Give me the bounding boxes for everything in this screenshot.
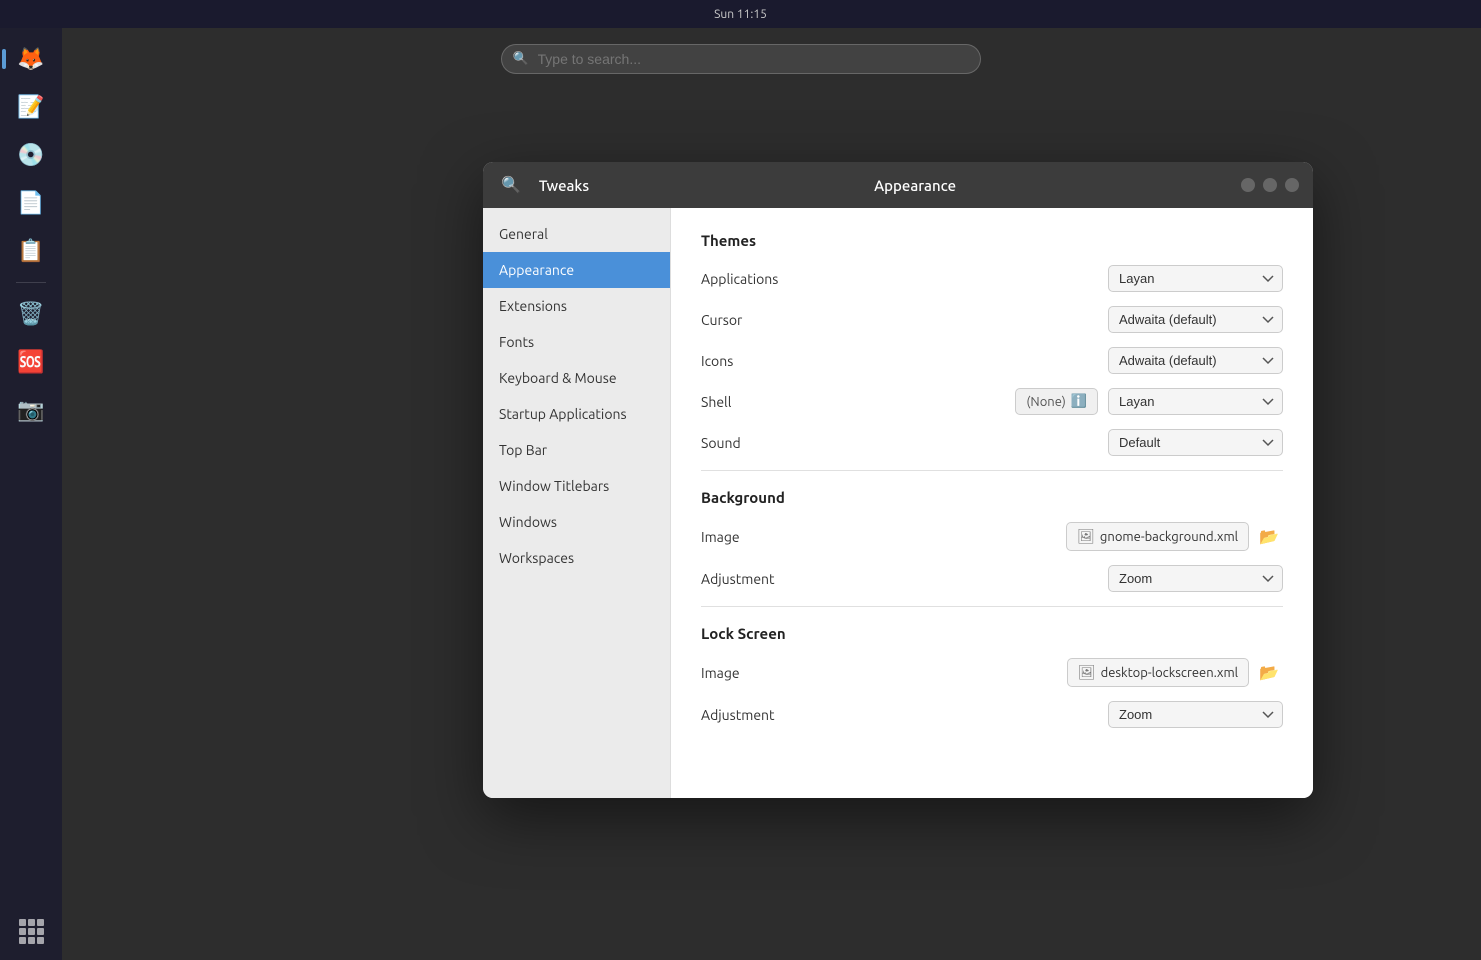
ls-image-label: Image [701, 665, 1067, 681]
sound-dropdown[interactable]: Default Yaru [1108, 429, 1283, 456]
ls-image-row: Image 🖼 desktop-lockscreen.xml 📂 [701, 658, 1283, 687]
dock-apps-grid-button[interactable] [10, 910, 52, 952]
sound-row: Sound Default Yaru [701, 429, 1283, 456]
bg-image-picker-button[interactable]: 📂 [1255, 525, 1283, 549]
ls-image-icon: 🖼 [1078, 664, 1096, 681]
shell-none-indicator: (None) ℹ️ [1015, 388, 1098, 415]
icons-row: Icons Adwaita (default) Papirus [701, 347, 1283, 374]
search-container: 🔍 [501, 44, 981, 74]
cursor-label: Cursor [701, 312, 1108, 328]
title-bar: 🔍 Tweaks Appearance [483, 162, 1313, 208]
icons-control: Adwaita (default) Papirus [1108, 347, 1283, 374]
background-section-title: Background [701, 489, 1283, 506]
main-content: Themes Applications Layan Adwaita Arc Cu… [671, 208, 1313, 798]
bg-image-label: Image [701, 529, 1066, 545]
sidebar-item-startup-applications[interactable]: Startup Applications [483, 396, 670, 432]
dock-item-trash[interactable]: 🗑️ [10, 293, 52, 335]
lockscreen-section-title: Lock Screen [701, 625, 1283, 642]
bg-adjustment-label: Adjustment [701, 571, 1108, 587]
ls-adjustment-control: Zoom Centered Scaled Stretched [1108, 701, 1283, 728]
bg-image-control: 🖼 gnome-background.xml 📂 [1066, 522, 1283, 551]
ls-image-picker-button[interactable]: 📂 [1255, 661, 1283, 685]
dock: 🦊 📝 💿 📄 📋 🗑️ 🆘 📷 [0, 28, 62, 960]
search-icon: 🔍 [513, 52, 529, 67]
applications-label: Applications [701, 271, 1108, 287]
top-bar: Sun 11:15 [0, 0, 1481, 28]
ls-image-value: 🖼 desktop-lockscreen.xml [1067, 658, 1249, 687]
applications-control: Layan Adwaita Arc [1108, 265, 1283, 292]
shell-label: Shell [701, 394, 1015, 410]
dock-item-editor[interactable]: 📄 [10, 182, 52, 224]
dock-item-disk[interactable]: 💿 [10, 134, 52, 176]
applications-dropdown[interactable]: Layan Adwaita Arc [1108, 265, 1283, 292]
sound-control: Default Yaru [1108, 429, 1283, 456]
content-area: General Appearance Extensions Fonts Keyb… [483, 208, 1313, 798]
cursor-control: Adwaita (default) DMZ-White [1108, 306, 1283, 333]
bg-image-value: 🖼 gnome-background.xml [1066, 522, 1249, 551]
dock-item-firefox[interactable]: 🦊 [10, 38, 52, 80]
sound-label: Sound [701, 435, 1108, 451]
dock-separator [16, 282, 46, 283]
sidebar-item-fonts[interactable]: Fonts [483, 324, 670, 360]
dock-item-help[interactable]: 🆘 [10, 341, 52, 383]
close-button[interactable] [1285, 178, 1299, 192]
sidebar-item-window-titlebars[interactable]: Window Titlebars [483, 468, 670, 504]
shell-info-icon: ℹ️ [1071, 394, 1087, 409]
bg-adjustment-control: Zoom Centered Scaled Stretched [1108, 565, 1283, 592]
minimize-button[interactable] [1241, 178, 1255, 192]
sidebar-item-extensions[interactable]: Extensions [483, 288, 670, 324]
sidebar-item-keyboard-mouse[interactable]: Keyboard & Mouse [483, 360, 670, 396]
bg-adjustment-dropdown[interactable]: Zoom Centered Scaled Stretched [1108, 565, 1283, 592]
search-input[interactable] [501, 44, 981, 74]
bg-image-icon: 🖼 [1077, 528, 1095, 545]
maximize-button[interactable] [1263, 178, 1277, 192]
bg-image-filename: gnome-background.xml [1100, 530, 1238, 544]
cursor-row: Cursor Adwaita (default) DMZ-White [701, 306, 1283, 333]
ls-image-control: 🖼 desktop-lockscreen.xml 📂 [1067, 658, 1283, 687]
ls-adjustment-dropdown[interactable]: Zoom Centered Scaled Stretched [1108, 701, 1283, 728]
applications-row: Applications Layan Adwaita Arc [701, 265, 1283, 292]
clock: Sun 11:15 [714, 8, 767, 21]
tweaks-window: 🔍 Tweaks Appearance General Appearance E… [483, 162, 1313, 798]
shell-row: Shell (None) ℹ️ Layan Adwaita [701, 388, 1283, 415]
window-controls [1241, 178, 1299, 192]
shell-control: (None) ℹ️ Layan Adwaita [1015, 388, 1283, 415]
themes-section-title: Themes [701, 232, 1283, 249]
dock-item-clipboard[interactable]: 📋 [10, 230, 52, 272]
sidebar-item-windows[interactable]: Windows [483, 504, 670, 540]
dock-item-notes[interactable]: 📝 [10, 86, 52, 128]
section-title-bar: Appearance [599, 177, 1231, 194]
ls-adjustment-label: Adjustment [701, 707, 1108, 723]
shell-none-text: (None) [1026, 395, 1065, 409]
sidebar-item-top-bar[interactable]: Top Bar [483, 432, 670, 468]
shell-dropdown[interactable]: Layan Adwaita [1108, 388, 1283, 415]
app-title: Tweaks [539, 177, 589, 194]
ls-adjustment-row: Adjustment Zoom Centered Scaled Stretche… [701, 701, 1283, 728]
divider-1 [701, 470, 1283, 471]
sidebar-item-appearance[interactable]: Appearance [483, 252, 670, 288]
cursor-dropdown[interactable]: Adwaita (default) DMZ-White [1108, 306, 1283, 333]
sidebar-item-workspaces[interactable]: Workspaces [483, 540, 670, 576]
bg-image-row: Image 🖼 gnome-background.xml 📂 [701, 522, 1283, 551]
ls-image-filename: desktop-lockscreen.xml [1101, 666, 1238, 680]
dock-item-camera[interactable]: 📷 [10, 389, 52, 431]
icons-dropdown[interactable]: Adwaita (default) Papirus [1108, 347, 1283, 374]
title-search-button[interactable]: 🔍 [497, 171, 525, 199]
divider-2 [701, 606, 1283, 607]
bg-adjustment-row: Adjustment Zoom Centered Scaled Stretche… [701, 565, 1283, 592]
sidebar: General Appearance Extensions Fonts Keyb… [483, 208, 671, 798]
icons-label: Icons [701, 353, 1108, 369]
sidebar-item-general[interactable]: General [483, 216, 670, 252]
grid-icon [19, 919, 44, 944]
